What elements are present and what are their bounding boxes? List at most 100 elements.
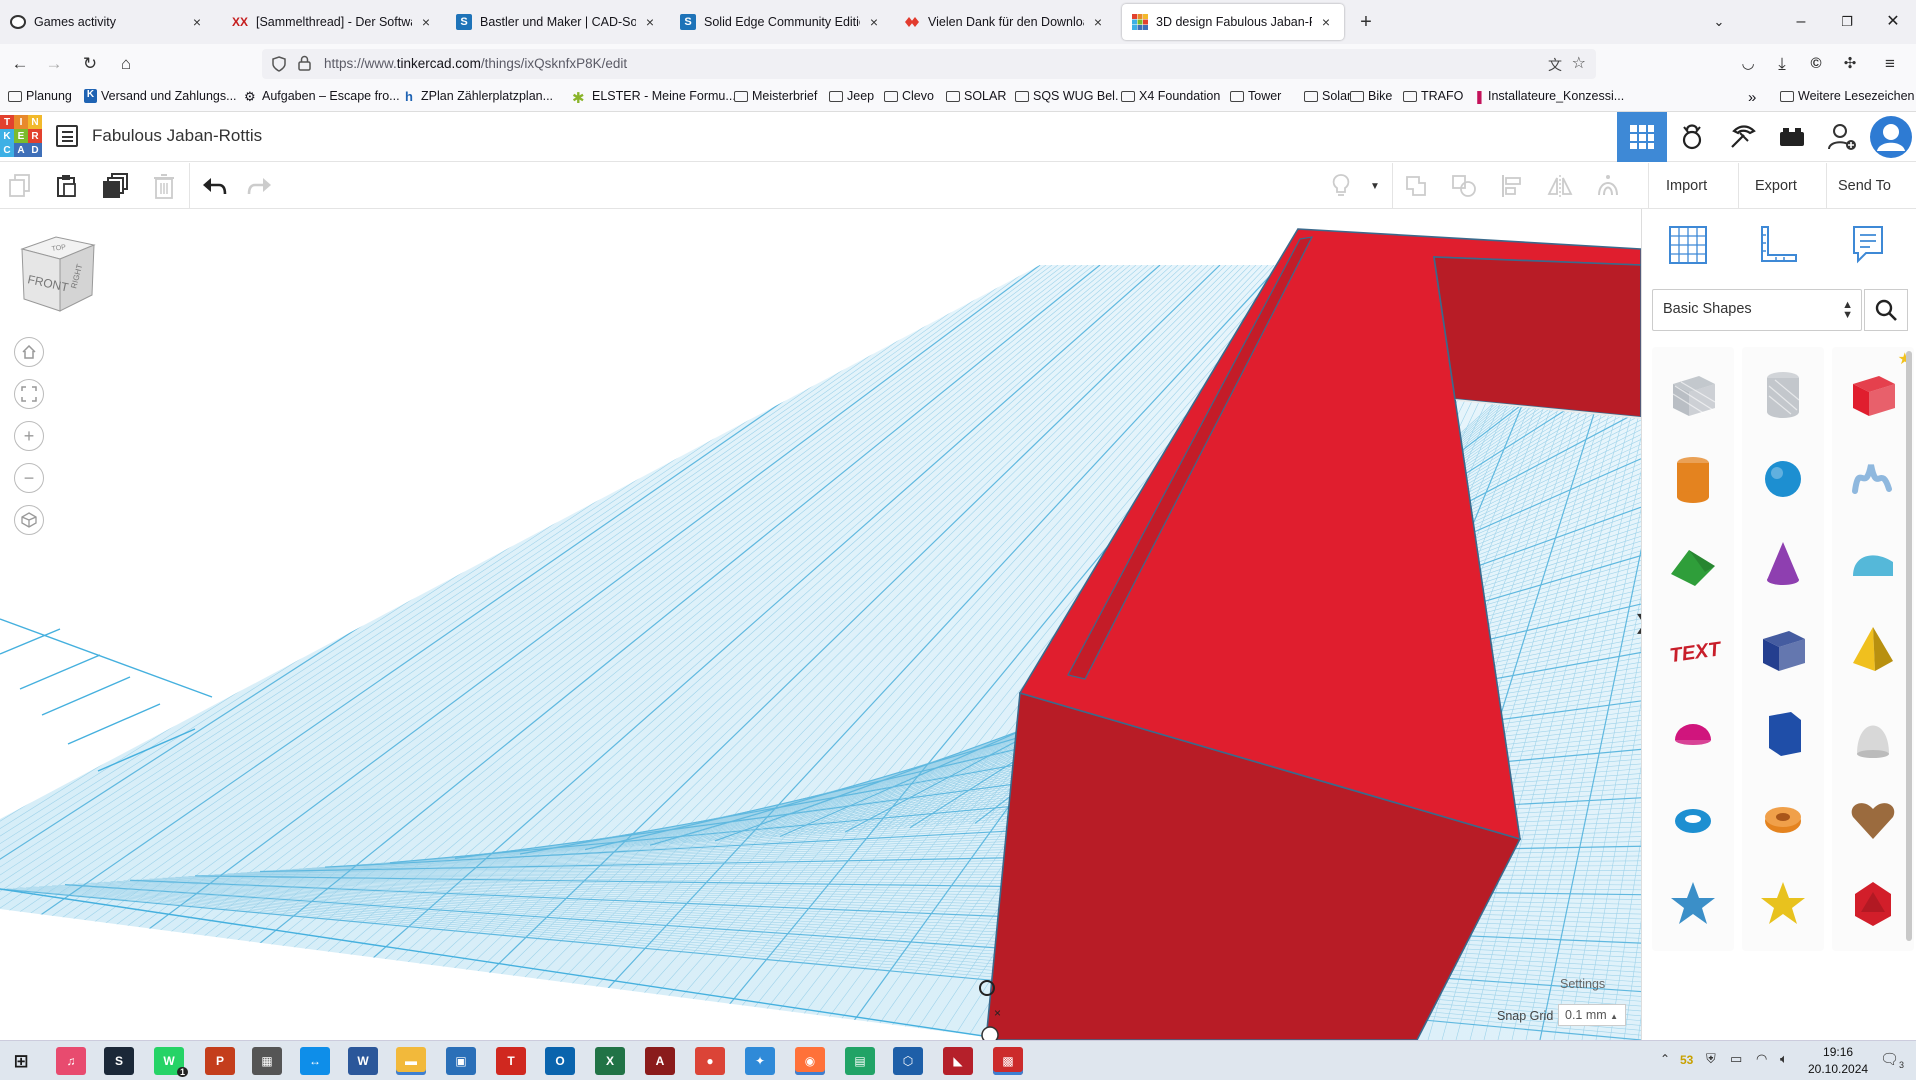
bookmark-solar-upper[interactable]: SOLAR (946, 89, 1006, 103)
extensions-icon[interactable]: ✣ (1838, 52, 1862, 76)
notes-icon[interactable] (1846, 223, 1890, 267)
explorer-icon[interactable]: ▬ (396, 1047, 426, 1075)
bookmark-trafo[interactable]: TRAFO (1403, 89, 1463, 103)
shape-box-hole[interactable] (1652, 347, 1734, 441)
bookmark-sqs[interactable]: SQS WUG Bel. (1015, 89, 1118, 103)
bookmark-meisterbrief[interactable]: Meisterbrief (734, 89, 817, 103)
shape-cylinder-hole[interactable] (1742, 347, 1824, 441)
chrome-icon[interactable]: ● (695, 1047, 725, 1075)
bookmark-elster[interactable]: ✱ ELSTER - Meine Formu... (572, 89, 736, 107)
sim-lab-icon[interactable] (1667, 112, 1717, 162)
shape-star[interactable] (1652, 857, 1734, 951)
notifications-icon[interactable]: 🗨︎3 (1880, 1050, 1904, 1070)
pocket-icon[interactable]: ◡ (1736, 52, 1760, 76)
close-tab-icon[interactable]: × (418, 14, 434, 30)
zoom-in-icon[interactable]: + (14, 421, 44, 451)
avatar[interactable] (1866, 112, 1916, 162)
sheets-icon[interactable]: ▤ (845, 1047, 875, 1075)
home-view-icon[interactable] (14, 337, 44, 367)
send-to-button[interactable]: Send To (1824, 171, 1905, 201)
shape-cylinder[interactable] (1652, 432, 1734, 526)
bookmark-clevo[interactable]: Clevo (884, 89, 934, 103)
tab-tinkercad-active[interactable]: 3D design Fabulous Jaban-Rotti × (1122, 4, 1344, 40)
url-bar[interactable]: https://www.tinkercad.com/things/ixQsknf… (262, 49, 1596, 79)
tab-games-activity[interactable]: Games activity × (0, 4, 215, 40)
close-tab-icon[interactable]: × (1318, 14, 1334, 30)
redo-icon[interactable] (245, 171, 275, 201)
lock-icon[interactable] (298, 55, 311, 74)
duplicate-icon[interactable] (101, 171, 131, 201)
shape-heart[interactable] (1832, 772, 1914, 866)
shape-star-gold[interactable] (1742, 857, 1824, 951)
undo-icon[interactable] (199, 171, 229, 201)
blocks-icon[interactable] (1717, 112, 1767, 162)
tab-solid-edge[interactable]: S Solid Edge Community Edition | × (670, 4, 892, 40)
bookmark-star-icon[interactable]: ☆ (1572, 53, 1586, 73)
close-tab-icon[interactable]: × (189, 14, 205, 30)
word-icon[interactable]: W (348, 1047, 378, 1075)
tinkercad-logo[interactable]: TINKERCAD (0, 115, 42, 157)
shape-cone[interactable] (1742, 517, 1824, 611)
restore-button[interactable]: ❐ (1832, 8, 1862, 36)
mirror-icon[interactable] (1545, 171, 1575, 201)
tab-sammelthread[interactable]: XX [Sammelthread] - Der Software- × (222, 4, 444, 40)
clock[interactable]: 19:16 20.10.2024 (1808, 1044, 1868, 1078)
shape-polygon[interactable] (1742, 687, 1824, 781)
align-icon[interactable] (1497, 171, 1527, 201)
red-box-inner-wall[interactable] (1433, 256, 1641, 418)
calculator-icon[interactable]: ▦ (252, 1047, 282, 1075)
bricks-icon[interactable] (1767, 112, 1817, 162)
cruise-icon[interactable] (1593, 171, 1623, 201)
paste-icon[interactable] (52, 171, 82, 201)
bookmark-solar[interactable]: Solar (1304, 89, 1351, 103)
pdf-icon[interactable]: A (645, 1047, 675, 1075)
app-t-icon[interactable]: T (496, 1047, 526, 1075)
translate-icon[interactable]: 文 (1548, 55, 1562, 75)
search-button[interactable] (1864, 289, 1908, 331)
battery-icon[interactable]: ▭ (1730, 1051, 1742, 1067)
firefox-icon[interactable]: ◉ (795, 1047, 825, 1075)
minimize-button[interactable]: – (1786, 8, 1816, 36)
shape-tube[interactable] (1742, 772, 1824, 866)
export-button[interactable]: Export (1741, 171, 1811, 201)
bookmark-zplan[interactable]: h ZPlan Zählerplatzplan... (405, 89, 553, 104)
close-tab-icon[interactable]: × (866, 14, 882, 30)
shape-box[interactable]: ★ (1832, 347, 1914, 441)
chevron-down-icon[interactable]: ▼ (1360, 171, 1390, 201)
whatsapp-icon[interactable]: W1 (154, 1047, 188, 1077)
shape-scribble[interactable] (1832, 432, 1914, 526)
wifi-icon[interactable]: ◠ (1756, 1051, 1767, 1067)
tab-vielen-dank[interactable]: Vielen Dank für den Download v × (894, 4, 1116, 40)
shape-sphere[interactable] (1742, 432, 1824, 526)
3d-viewport[interactable]: × TOP FRONT RIGHT + − Settings Snap Grid… (0, 209, 1641, 1040)
ruler-icon[interactable] (1756, 223, 1800, 267)
settings-link[interactable]: Settings (1560, 977, 1605, 991)
teamviewer-icon[interactable]: ↔ (300, 1047, 330, 1075)
tab-bastler-und-maker[interactable]: S Bastler und Maker | CAD-Softwa × (446, 4, 668, 40)
powerpoint-icon[interactable]: P (205, 1047, 235, 1075)
bookmark-bike[interactable]: Bike (1350, 89, 1392, 103)
3d-design-view-icon[interactable] (1617, 112, 1667, 162)
workplane-grid-icon[interactable] (1666, 223, 1710, 267)
bookmark-weitere[interactable]: Weitere Lesezeichen (1780, 89, 1915, 103)
forward-button[interactable]: → (42, 52, 66, 76)
shape-half-sphere[interactable] (1652, 687, 1734, 781)
shape-round-roof[interactable] (1832, 517, 1914, 611)
design-menu-icon[interactable] (56, 125, 78, 147)
perspective-icon[interactable] (14, 505, 44, 535)
excel-icon[interactable]: X (595, 1047, 625, 1075)
view-cube[interactable]: TOP FRONT RIGHT (16, 231, 98, 319)
shape-roof[interactable] (1652, 517, 1734, 611)
volume-icon[interactable]: 🔈︎ (1780, 1051, 1788, 1067)
panel-scrollbar[interactable] (1906, 351, 1912, 941)
new-tab-button[interactable]: + (1354, 10, 1378, 34)
bookmark-tower[interactable]: Tower (1230, 89, 1281, 103)
url-text[interactable]: https://www.tinkercad.com/things/ixQsknf… (324, 56, 627, 71)
bookmark-aufgaben[interactable]: ⚙ Aufgaben – Escape fro... (244, 89, 400, 104)
start-icon[interactable]: ⊞ (6, 1047, 36, 1075)
shape-paraboloid[interactable] (1832, 687, 1914, 781)
copy-icon[interactable] (5, 171, 35, 201)
bookmark-jeep[interactable]: Jeep (829, 89, 874, 103)
shape-icosahedron[interactable] (1832, 857, 1914, 951)
bookmark-x4[interactable]: X4 Foundation (1121, 89, 1220, 103)
